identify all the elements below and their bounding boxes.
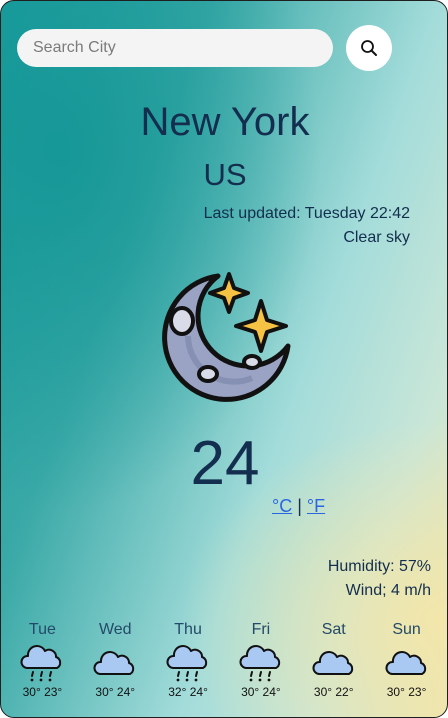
weather-card: New York US Last updated: Tuesday 22:42 … [0,0,448,718]
search-input[interactable] [17,29,333,67]
forecast-temps: 30° 24° [95,685,136,699]
forecast-day-name: Thu [174,621,202,638]
forecast-day-name: Wed [98,621,132,638]
forecast-day: Fri 30° 24° [224,621,297,699]
forecast-temps: 30° 24° [241,685,281,699]
rain-cloud-icon [166,645,208,682]
humidity: Humidity: 57% [327,558,431,575]
unit-separator: | [297,496,302,516]
search-icon [361,40,377,56]
fahrenheit-link[interactable]: °F [307,496,325,516]
forecast-day: Sat 30° 22° [297,621,370,699]
search-bar [17,25,437,71]
last-updated: Last updated: Tuesday 22:42 [203,205,410,222]
cloud-icon [385,651,426,675]
forecast-day: Sun 30° 23° [370,621,443,699]
country-code: US [203,157,247,192]
forecast-temps: 30° 23° [386,685,427,699]
city-name: New York [140,100,310,144]
rain-cloud-icon [20,645,62,682]
forecast-day-name: Fri [251,621,271,638]
forecast-day: Tue 30° 23° [6,621,79,699]
rain-cloud-icon [239,645,281,682]
forecast-temps: 32° 24° [168,685,208,699]
wind-speed: Wind; 4 m/h [345,582,431,599]
forecast-day-name: Sat [321,621,346,638]
weather-description: Clear sky [343,229,410,246]
forecast-day: Wed 30° 24° [79,621,152,699]
celsius-link[interactable]: °C [272,496,292,516]
cloud-icon [93,651,135,675]
forecast-day-name: Tue [28,621,56,638]
forecast: Tue 30° 23° Wed 30° 24° Thu 32° 24° Fri … [6,621,443,699]
forecast-day-name: Sun [392,621,421,638]
search-button[interactable] [346,25,392,71]
unit-toggle: °C | °F [272,496,325,517]
current-temperature: 24 [190,429,260,498]
forecast-day: Thu 32° 24° [152,621,225,699]
moon-stars-icon [162,272,291,402]
forecast-temps: 30° 23° [22,685,63,699]
cloud-icon [312,651,353,675]
forecast-temps: 30° 22° [313,685,354,699]
